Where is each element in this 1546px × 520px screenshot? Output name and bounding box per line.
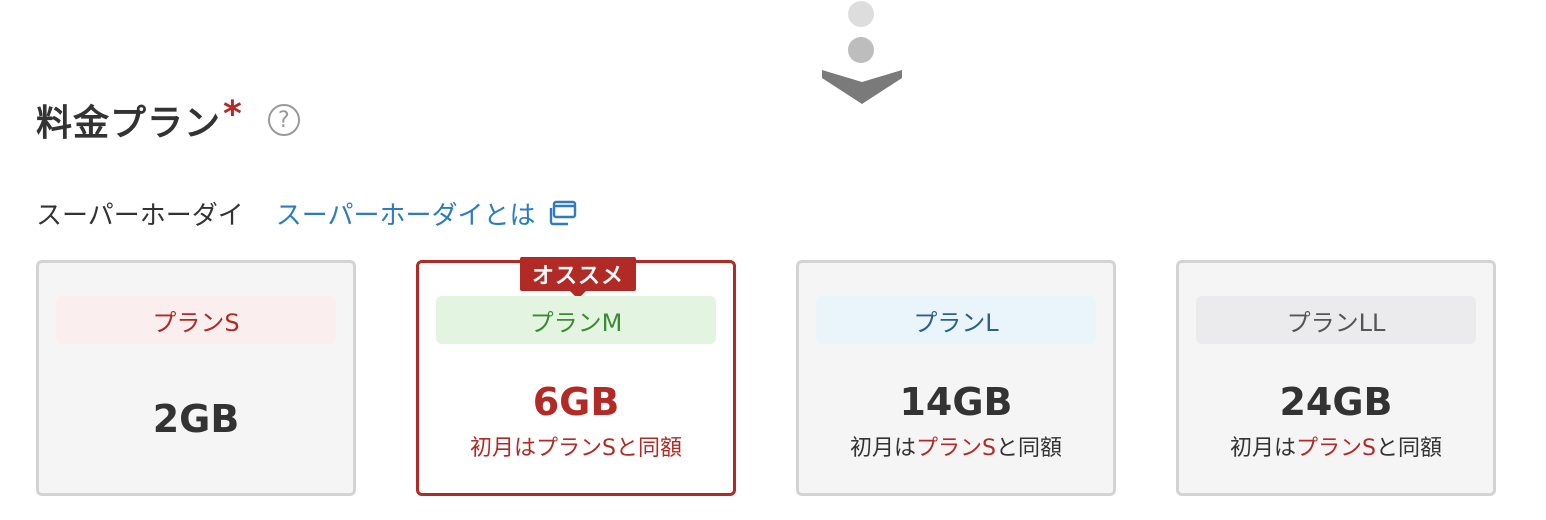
plan-category-row: スーパーホーダイ スーパーホーダイとは bbox=[36, 195, 578, 231]
note-highlight: プランS bbox=[536, 436, 616, 461]
chevron-down-icon bbox=[822, 70, 902, 104]
plan-card-list: プランS 2GB オススメ プランM 6GB 初月はプランSと同額 プランL 1… bbox=[36, 257, 1496, 496]
plan-data-amount: 14GB bbox=[899, 380, 1013, 424]
plan-card-m[interactable]: オススメ プランM 6GB 初月はプランSと同額 bbox=[416, 257, 736, 496]
first-month-note: 初月はプランSと同額 bbox=[799, 430, 1113, 462]
first-month-note: 初月はプランSと同額 bbox=[419, 430, 733, 462]
note-prefix: 初月は bbox=[470, 436, 537, 461]
external-window-icon bbox=[549, 200, 576, 226]
plan-category-label: スーパーホーダイ bbox=[36, 200, 244, 231]
first-month-note: 初月はプランSと同額 bbox=[1179, 430, 1493, 462]
question-circle-icon[interactable]: ? bbox=[267, 104, 300, 136]
note-suffix: と同額 bbox=[1375, 436, 1442, 461]
note-suffix: と同額 bbox=[615, 436, 682, 461]
plan-card-s[interactable]: プランS 2GB bbox=[36, 260, 356, 496]
step-dot bbox=[848, 1, 874, 27]
plan-info-link[interactable]: スーパーホーダイとは bbox=[276, 195, 578, 232]
plan-name-pill: プランL bbox=[816, 296, 1096, 344]
section-title: 料金プラン bbox=[36, 103, 222, 144]
plan-name-pill: プランS bbox=[56, 296, 336, 344]
plan-name-pill: プランLL bbox=[1196, 296, 1476, 344]
note-prefix: 初月は bbox=[1230, 436, 1297, 461]
plan-data-amount: 24GB bbox=[1279, 380, 1393, 424]
note-highlight: プランS bbox=[1296, 436, 1376, 461]
plan-info-link-text[interactable]: スーパーホーダイとは bbox=[276, 195, 536, 232]
plan-card-ll[interactable]: プランLL 24GB 初月はプランSと同額 bbox=[1176, 260, 1496, 496]
required-mark: * bbox=[223, 93, 242, 135]
note-highlight: プランS bbox=[916, 436, 996, 461]
plan-name-pill: プランM bbox=[436, 296, 716, 344]
plan-data-amount: 2GB bbox=[152, 397, 240, 441]
plan-data-amount: 6GB bbox=[532, 380, 620, 424]
step-dot bbox=[848, 37, 874, 63]
recommended-badge: オススメ bbox=[520, 257, 636, 299]
section-heading: 料金プラン * ? bbox=[36, 93, 300, 144]
plan-card-l[interactable]: プランL 14GB 初月はプランSと同額 bbox=[796, 260, 1116, 496]
note-suffix: と同額 bbox=[995, 436, 1062, 461]
note-prefix: 初月は bbox=[850, 436, 917, 461]
